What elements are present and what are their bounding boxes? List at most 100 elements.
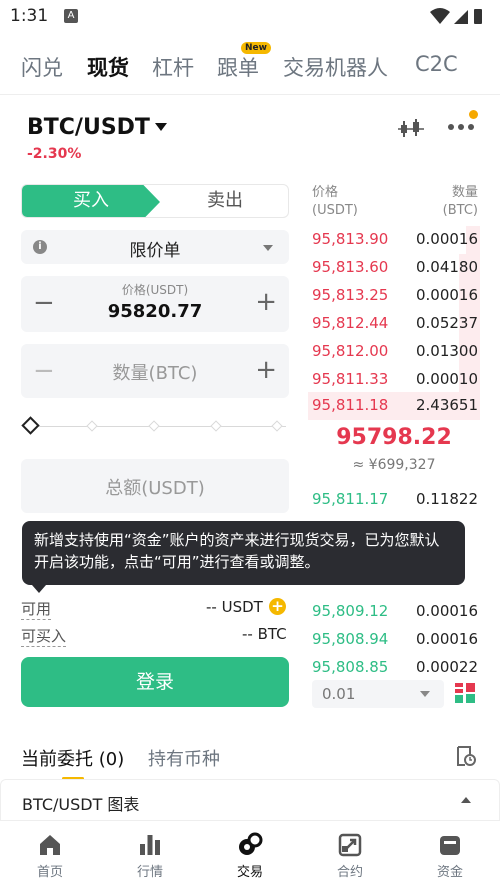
nav-trade-label: 交易 <box>236 865 263 880</box>
ask-price: 95,811.18 <box>312 396 389 414</box>
ask-price: 95,812.00 <box>312 342 389 360</box>
ask-row[interactable]: 95,813.90 0.00016 <box>308 226 480 254</box>
tab-trading-bot[interactable]: 交易机器人 <box>283 52 388 82</box>
qty-header-label: 数量 <box>451 185 478 200</box>
ask-qty: 0.00010 <box>415 370 478 388</box>
slider-step-75[interactable] <box>210 420 222 432</box>
tab-open-orders[interactable]: 当前委托 (0) <box>21 745 124 771</box>
can-buy-label: 可买入 <box>21 627 67 647</box>
orderbook-qty-header: 数量 (BTC) <box>443 184 478 220</box>
bid-qty: 0.00016 <box>415 630 478 648</box>
ask-row[interactable]: 95,812.44 0.05237 <box>308 310 480 338</box>
tab-convert[interactable]: 闪兑 <box>21 52 63 82</box>
funding-account-tooltip[interactable]: 新增支持使用“资金”账户的资产来进行现货交易，已为您默认开启该功能，点击“可用”… <box>22 521 465 585</box>
login-button[interactable]: 登录 <box>21 657 289 707</box>
increase-quantity-button[interactable]: + <box>255 357 277 383</box>
tab-copy-trading[interactable]: 跟单 <box>217 52 259 82</box>
ask-price: 95,813.60 <box>312 258 389 276</box>
price-field[interactable]: − 价格(USDT) 95820.77 + <box>21 276 289 332</box>
candlestick-chart-icon[interactable] <box>398 117 424 139</box>
price-header-unit: (USDT) <box>312 203 358 218</box>
more-icon[interactable] <box>447 117 475 137</box>
bid-price: 95,808.94 <box>312 630 389 648</box>
bid-row[interactable]: 95,808.94 0.00016 <box>308 626 480 654</box>
last-price[interactable]: 95798.22 <box>308 425 480 450</box>
available-label[interactable]: 可用 <box>21 598 52 620</box>
home-icon <box>40 835 60 855</box>
add-funds-icon[interactable]: + <box>269 598 286 615</box>
tab-holdings[interactable]: 持有币种 <box>148 745 220 771</box>
wifi-icon <box>430 8 450 24</box>
price-header-label: 价格 <box>312 185 339 200</box>
ask-row[interactable]: 95,812.00 0.01300 <box>308 338 480 366</box>
ask-qty: 0.05237 <box>415 314 478 332</box>
notification-a-icon: A <box>64 9 78 23</box>
bid-row[interactable]: 95,811.17 0.11822 <box>308 486 480 514</box>
tab-c2c[interactable]: C2C <box>415 52 458 76</box>
bid-price: 95,808.85 <box>312 658 389 676</box>
price-caption: 价格(USDT) <box>121 283 189 297</box>
last-price-cny: ≈ ¥699,327 <box>352 457 436 473</box>
sell-tab[interactable]: 卖出 <box>160 185 288 217</box>
ask-price: 95,812.44 <box>312 314 389 332</box>
chart-toggle-label: BTC/USDT 图表 <box>22 795 140 814</box>
signal-icon <box>454 10 468 24</box>
can-buy-value: -- BTC <box>242 625 287 643</box>
nav-home[interactable]: 首页 <box>0 832 100 880</box>
tooltip-pointer <box>32 585 46 593</box>
buy-tab[interactable]: 买入 <box>22 185 160 217</box>
status-bar: 1:31 A <box>0 0 500 36</box>
nav-home-label: 首页 <box>36 865 63 880</box>
ask-price: 95,811.33 <box>312 370 389 388</box>
ask-row[interactable]: 95,811.18 2.43651 <box>308 392 480 420</box>
clock: 1:31 <box>10 6 49 26</box>
ask-qty: 0.00016 <box>415 230 478 248</box>
bottom-navigation: 首页 行情 交易 合约 资金 <box>0 822 500 890</box>
orderbook-price-header: 价格 (USDT) <box>312 184 358 220</box>
increase-price-button[interactable]: + <box>255 289 277 315</box>
total-input[interactable]: 总额(USDT) <box>21 474 289 500</box>
chart-toggle-bar[interactable]: BTC/USDT 图表 <box>0 779 500 821</box>
ask-qty: 0.00016 <box>415 286 478 304</box>
tab-margin[interactable]: 杠杆 <box>152 52 194 82</box>
order-history-icon[interactable] <box>455 745 477 767</box>
ask-row[interactable]: 95,813.60 0.04180 <box>308 254 480 282</box>
ask-row[interactable]: 95,813.25 0.00016 <box>308 282 480 310</box>
market-icon <box>140 835 160 855</box>
orders-tabs: 当前委托 (0) 持有币种 <box>0 740 500 780</box>
pair-selector[interactable]: BTC/USDT <box>27 115 150 140</box>
total-field[interactable]: 总额(USDT) <box>21 459 289 513</box>
chevron-up-icon[interactable] <box>461 797 471 803</box>
nav-market[interactable]: 行情 <box>100 832 200 880</box>
battery-icon <box>474 9 482 24</box>
available-value: -- USDT <box>206 598 263 616</box>
bid-row[interactable]: 95,809.12 0.00016 <box>308 598 480 626</box>
ask-qty: 2.43651 <box>415 396 478 414</box>
orderbook-layout-icon[interactable] <box>455 683 475 703</box>
caret-down-icon[interactable] <box>155 123 167 131</box>
nav-assets[interactable]: 资金 <box>400 832 500 880</box>
bid-row[interactable]: 95,808.85 0.00022 <box>308 654 480 682</box>
price-input[interactable]: 95820.77 <box>21 301 289 322</box>
ask-row[interactable]: 95,811.33 0.00010 <box>308 366 480 394</box>
nav-trade[interactable]: 交易 <box>200 832 300 880</box>
slider-thumb[interactable] <box>21 416 40 435</box>
order-type-select[interactable]: i 限价单 <box>21 230 289 264</box>
qty-header-unit: (BTC) <box>442 203 478 218</box>
slider-step-25[interactable] <box>86 420 98 432</box>
nav-futures[interactable]: 合约 <box>300 832 400 880</box>
quantity-field[interactable]: − 数量(BTC) + <box>21 344 289 398</box>
wallet-icon <box>440 836 460 855</box>
slider-step-50[interactable] <box>148 420 160 432</box>
quantity-input[interactable]: 数量(BTC) <box>21 359 289 385</box>
nav-futures-label: 合约 <box>336 865 363 880</box>
ask-qty: 0.04180 <box>415 258 478 276</box>
precision-select[interactable]: 0.01 <box>312 680 444 708</box>
slider-step-100[interactable] <box>271 420 283 432</box>
trade-icon <box>239 832 263 855</box>
order-type-label: 限价单 <box>129 241 181 261</box>
bid-qty: 0.00016 <box>415 602 478 620</box>
tab-spot[interactable]: 现货 <box>87 52 129 82</box>
ask-price: 95,813.90 <box>312 230 389 248</box>
system-status-icons <box>430 8 482 24</box>
